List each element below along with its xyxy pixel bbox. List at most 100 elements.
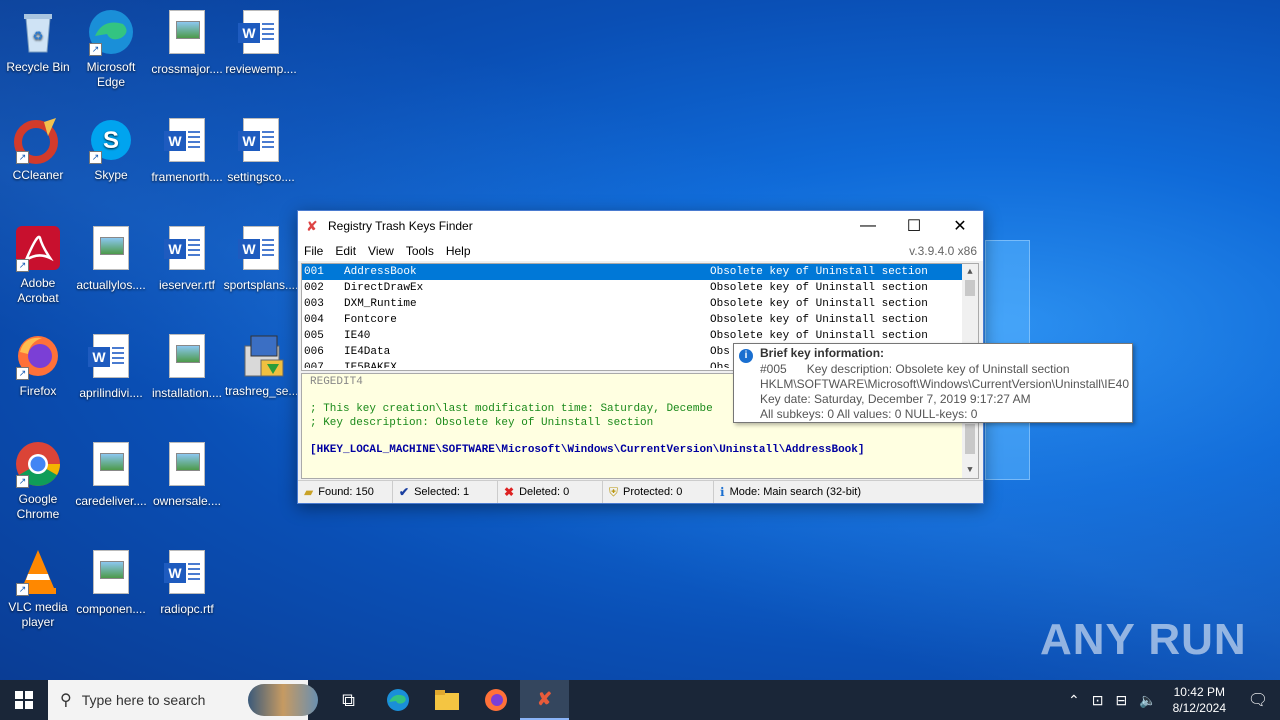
- checkmark-icon: ✔: [399, 485, 410, 499]
- image-file-icon: [87, 442, 135, 490]
- notification-icon[interactable]: 🗨: [1236, 690, 1280, 710]
- list-row[interactable]: 005 IE40 Obsolete key of Uninstall secti…: [302, 328, 978, 344]
- info-icon: ℹ: [720, 485, 725, 499]
- vlc-icon: ↗: [14, 548, 62, 596]
- network-icon[interactable]: ⊟: [1109, 692, 1133, 709]
- image-file-icon: [87, 550, 135, 598]
- desktop-icon-installation[interactable]: installation....: [149, 332, 225, 401]
- desktop-icon-skype[interactable]: S ↗ Skype: [73, 116, 149, 183]
- scroll-up-icon[interactable]: ▲: [962, 264, 978, 280]
- desktop-icon-edge[interactable]: ↗ Microsoft Edge: [73, 8, 149, 90]
- word-doc-icon: W: [163, 550, 211, 598]
- scroll-thumb[interactable]: [965, 424, 975, 454]
- clock-date: 8/12/2024: [1172, 701, 1226, 715]
- title-bar[interactable]: ✘ Registry Trash Keys Finder — ☐ ✕: [298, 211, 983, 241]
- status-found: ▰ Found: 150: [298, 481, 393, 503]
- anyrun-watermark: ANY RUN: [1040, 615, 1247, 664]
- search-placeholder: Type here to search: [81, 692, 206, 708]
- close-button[interactable]: ✕: [937, 211, 983, 241]
- desktop-icon-vlc[interactable]: ↗ VLC media player: [0, 548, 76, 630]
- menu-help[interactable]: Help: [440, 244, 477, 258]
- volume-icon[interactable]: 🔈: [1133, 692, 1162, 709]
- scroll-thumb[interactable]: [965, 280, 975, 296]
- desktop-icon-componen[interactable]: componen....: [73, 548, 149, 617]
- desktop-icon-framenorth[interactable]: W framenorth....: [149, 116, 225, 185]
- desktop-icon-sportsplans[interactable]: W sportsplans....: [223, 224, 299, 293]
- start-button[interactable]: [0, 680, 48, 720]
- chevron-up-icon[interactable]: ⌃: [1062, 692, 1086, 709]
- task-view-icon[interactable]: ⧉: [324, 680, 373, 720]
- skype-icon: S ↗: [87, 116, 135, 164]
- word-doc-icon: W: [163, 118, 211, 166]
- taskbar-registry-finder-icon[interactable]: ✘: [520, 680, 569, 720]
- taskbar-search[interactable]: ⚲ Type here to search: [48, 680, 318, 720]
- svg-text:S: S: [103, 127, 119, 154]
- desktop-icon-recycle-bin[interactable]: ♻ Recycle Bin: [0, 8, 76, 75]
- minimize-button[interactable]: —: [845, 211, 891, 241]
- desktop-icon-settingsco[interactable]: W settingsco....: [223, 116, 299, 185]
- desktop-icon-ownersale[interactable]: ownersale....: [149, 440, 225, 509]
- desktop-icon-firefox[interactable]: ↗ Firefox: [0, 332, 76, 399]
- list-row[interactable]: 002 DirectDrawEx Obsolete key of Uninsta…: [302, 280, 978, 296]
- app-icon: ✘: [306, 218, 318, 234]
- desktop-icon-ccleaner[interactable]: ↗ CCleaner: [0, 116, 76, 183]
- system-tray: ⌃ ⊡ ⊟ 🔈 10:42 PM 8/12/2024 🗨: [1062, 680, 1280, 720]
- menu-file[interactable]: File: [298, 244, 329, 258]
- word-doc-icon: W: [163, 226, 211, 274]
- windows-icon: [15, 691, 33, 709]
- tooltip-line: Key date: Saturday, December 7, 2019 9:1…: [760, 392, 1031, 406]
- list-row[interactable]: 003 DXM_Runtime Obsolete key of Uninstal…: [302, 296, 978, 312]
- status-bar: ▰ Found: 150 ✔ Selected: 1 ✖ Deleted: 0 ⛨ Pr…: [298, 480, 983, 503]
- version-label: v.3.9.4.0 x86: [909, 244, 977, 258]
- info-icon: i: [739, 349, 753, 363]
- taskbar: ⚲ Type here to search ⧉ ✘ ⌃ ⊡ ⊟ 🔈 10:42 …: [0, 680, 1280, 720]
- word-doc-icon: W: [237, 10, 285, 58]
- desktop-icon-caredeliver[interactable]: caredeliver....: [73, 440, 149, 509]
- recycle-bin-icon: ♻: [14, 8, 62, 56]
- taskbar-firefox-icon[interactable]: [471, 680, 520, 720]
- status-deleted: ✖ Deleted: 0: [498, 481, 603, 503]
- registry-key-path: [HKEY_LOCAL_MACHINE\SOFTWARE\Microsoft\W…: [310, 444, 865, 456]
- delete-x-icon: ✖: [504, 485, 515, 499]
- desktop-icon-reviewemp[interactable]: W reviewemp....: [223, 8, 299, 77]
- desktop-icon-radiopc[interactable]: W radiopc.rtf: [149, 548, 225, 617]
- tooltip-title: Brief key information:: [760, 346, 885, 360]
- file-explorer-icon[interactable]: [422, 680, 471, 720]
- image-file-icon: [163, 442, 211, 490]
- word-doc-icon: W: [237, 118, 285, 166]
- word-doc-icon: W: [237, 226, 285, 274]
- ccleaner-icon: ↗: [14, 116, 62, 164]
- status-selected: ✔ Selected: 1: [393, 481, 498, 503]
- maximize-button[interactable]: ☐: [891, 211, 937, 241]
- scroll-down-icon[interactable]: ▼: [962, 462, 978, 478]
- list-row[interactable]: 001 AddressBook Obsolete key of Uninstal…: [302, 264, 978, 280]
- clock-time: 10:42 PM: [1173, 685, 1225, 699]
- list-row[interactable]: 004 Fontcore Obsolete key of Uninstall s…: [302, 312, 978, 328]
- search-icon: ⚲: [60, 692, 72, 709]
- desktop-icon-crossmajor[interactable]: crossmajor....: [149, 8, 225, 77]
- acrobat-icon: ↗: [14, 224, 62, 272]
- image-file-icon: [87, 226, 135, 274]
- svg-text:♻: ♻: [33, 29, 44, 43]
- image-file-icon: [163, 334, 211, 382]
- taskbar-edge-icon[interactable]: [373, 680, 422, 720]
- status-mode: ℹ Mode: Main search (32-bit): [720, 485, 862, 499]
- menu-view[interactable]: View: [362, 244, 400, 258]
- word-doc-icon: W: [87, 334, 135, 382]
- desktop-icon-acrobat[interactable]: ↗ Adobe Acrobat: [0, 224, 76, 306]
- menu-edit[interactable]: Edit: [329, 244, 362, 258]
- edge-icon: ↗: [87, 8, 135, 56]
- desktop-icon-ieserver[interactable]: W ieserver.rtf: [149, 224, 225, 293]
- desktop-icon-aprilindivi[interactable]: W aprilindivi....: [73, 332, 149, 401]
- clock[interactable]: 10:42 PM 8/12/2024: [1163, 684, 1236, 716]
- key-info-tooltip: i Brief key information: #005 Key descri…: [733, 343, 1133, 423]
- network-adapter-icon[interactable]: ⊡: [1086, 692, 1110, 709]
- menu-tools[interactable]: Tools: [400, 244, 440, 258]
- desktop-icon-trashreg[interactable]: trashreg_se....: [225, 332, 302, 399]
- firefox-icon: ↗: [14, 332, 62, 380]
- menu-bar: File Edit View Tools Help v.3.9.4.0 x86: [298, 241, 983, 261]
- shield-icon: ⛨: [609, 484, 619, 499]
- desktop-icon-chrome[interactable]: ↗ Google Chrome: [0, 440, 76, 522]
- tooltip-line: HKLM\SOFTWARE\Microsoft\Windows\CurrentV…: [760, 377, 1129, 391]
- desktop-icon-actuallylos[interactable]: actuallylos....: [73, 224, 149, 293]
